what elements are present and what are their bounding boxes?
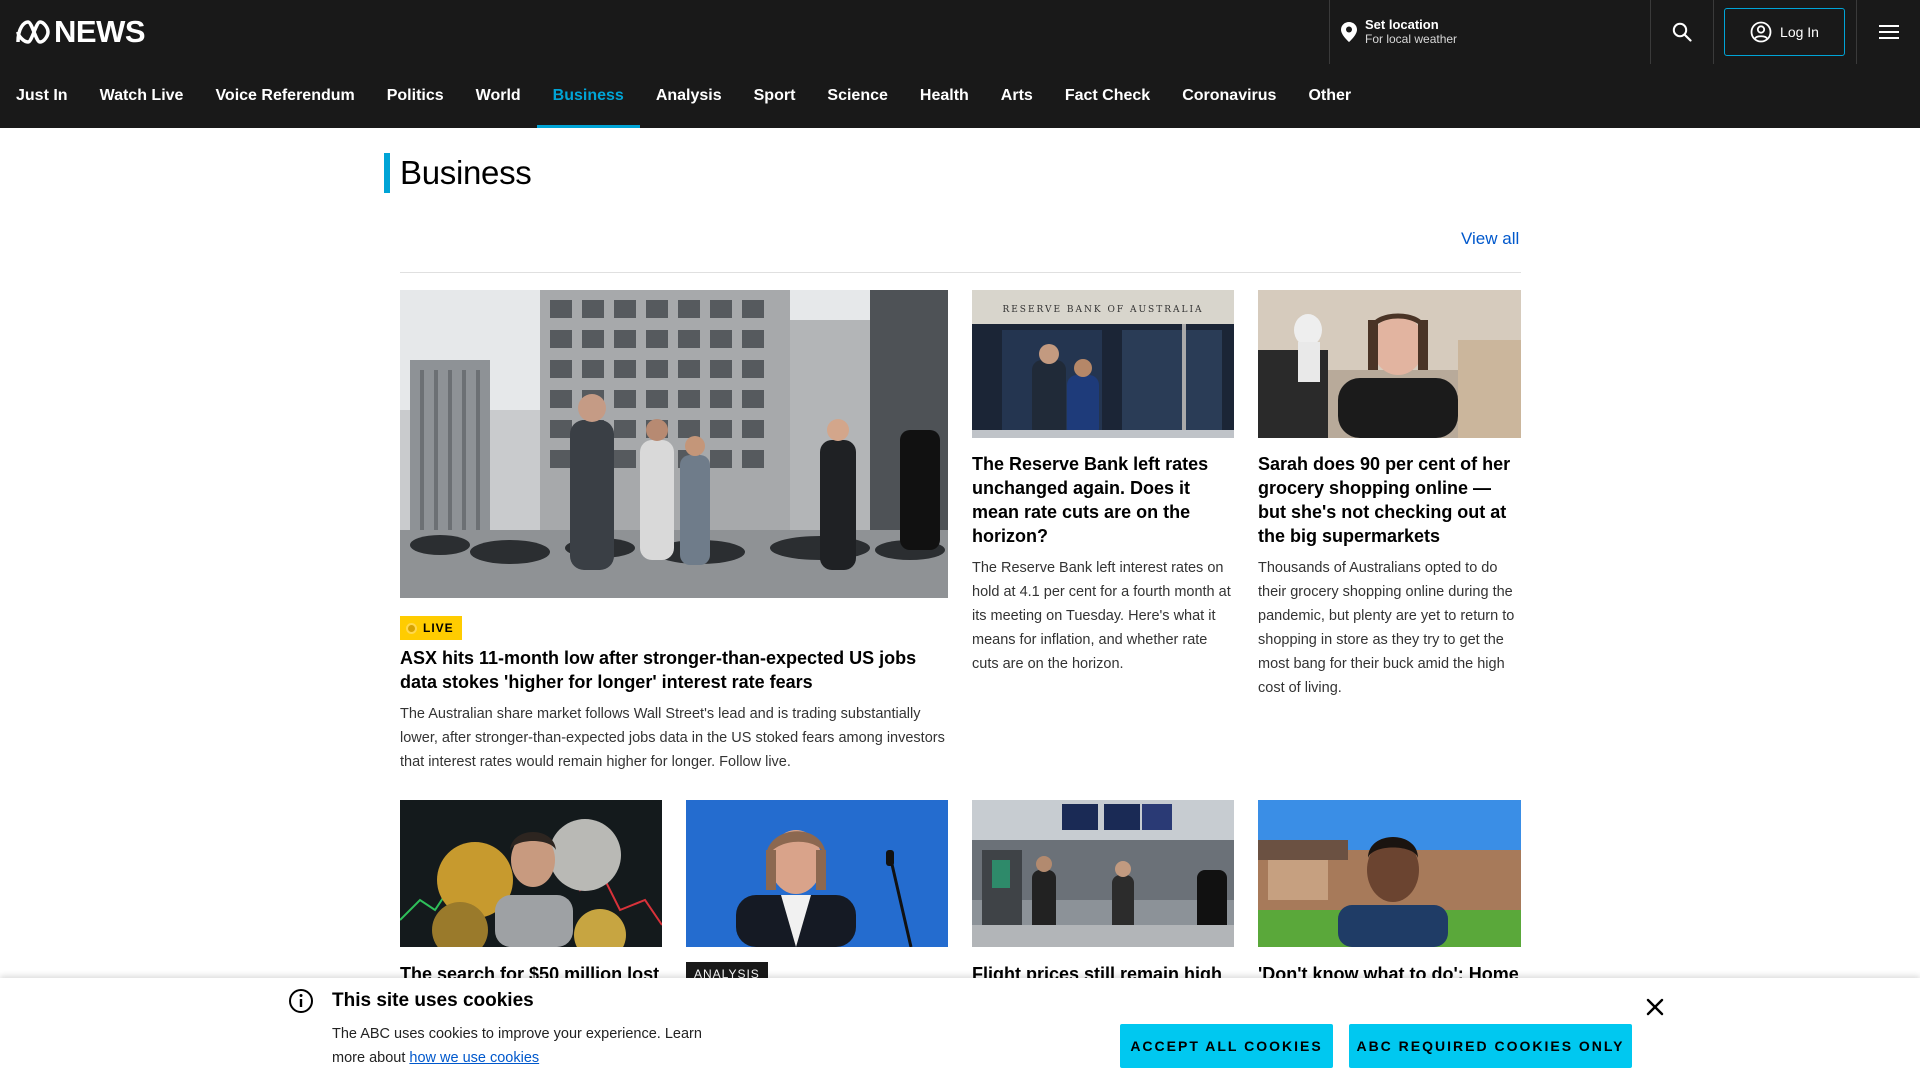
nav-item-business[interactable]: Business — [536, 64, 640, 128]
nav-item-world[interactable]: World — [460, 64, 537, 128]
search-icon — [1672, 22, 1692, 42]
story-card-lead[interactable]: LIVE ASX hits 11-month low after stronge… — [400, 290, 948, 780]
story-image — [1258, 800, 1521, 947]
how-we-use-cookies-link[interactable]: how we use cookies — [409, 1050, 539, 1066]
nav-item-politics[interactable]: Politics — [371, 64, 460, 128]
live-badge-label: LIVE — [423, 621, 454, 635]
top-bar: NEWS Set location For local weather Log … — [0, 0, 1920, 64]
story-image — [1258, 290, 1521, 438]
nav-item-watch-live[interactable]: Watch Live — [84, 64, 200, 128]
search-button[interactable] — [1650, 0, 1714, 64]
story-card[interactable]: 'Don't know what to do': Home — [1258, 800, 1521, 984]
story-title[interactable]: Sarah does 90 per cent of her grocery sh… — [1258, 452, 1521, 548]
required-cookies-only-button[interactable]: ABC REQUIRED COOKIES ONLY — [1349, 1024, 1632, 1068]
reserve-bank-sign: RESERVE BANK OF AUSTRALIA — [1002, 305, 1203, 315]
log-in-button[interactable]: Log In — [1724, 8, 1845, 56]
nav-item-arts[interactable]: Arts — [985, 64, 1049, 128]
accept-all-cookies-button[interactable]: ACCEPT ALL COOKIES — [1120, 1024, 1333, 1068]
story-card[interactable]: The search for $50 million lost — [400, 800, 662, 984]
log-in-label: Log In — [1780, 24, 1819, 40]
story-card[interactable]: RESERVE BANK OF AUSTRALIA The Reserve Ba… — [972, 290, 1234, 690]
hamburger-menu-icon — [1878, 25, 1899, 39]
story-description: Thousands of Australians opted to do the… — [1258, 560, 1515, 696]
cookie-title: This site uses cookies — [332, 990, 534, 1011]
story-card[interactable]: Flight prices still remain high — [972, 800, 1234, 984]
location-pin-icon — [1341, 22, 1357, 42]
nav-item-just-in[interactable]: Just In — [0, 64, 84, 128]
section-divider — [400, 272, 1521, 273]
live-indicator-icon — [408, 624, 415, 632]
abc-logo-icon — [16, 20, 50, 44]
story-image: RESERVE BANK OF AUSTRALIA — [972, 290, 1234, 438]
page-title: Business — [400, 154, 532, 191]
nav-item-other[interactable]: Other — [1292, 64, 1367, 128]
nav-item-fact-check[interactable]: Fact Check — [1049, 64, 1166, 128]
nav-item-health[interactable]: Health — [904, 64, 985, 128]
main-navigation: Just In Watch Live Voice Referendum Poli… — [0, 64, 1920, 128]
nav-item-science[interactable]: Science — [811, 64, 903, 128]
story-description: The Reserve Bank left interest rates on … — [972, 560, 1231, 672]
story-description: The Australian share market follows Wall… — [400, 706, 945, 770]
location-title: Set location — [1365, 17, 1439, 33]
close-icon — [1646, 998, 1664, 1016]
cookie-text: The ABC uses cookies to improve your exp… — [332, 1022, 732, 1070]
nav-item-coronavirus[interactable]: Coronavirus — [1166, 64, 1292, 128]
story-title[interactable]: The Reserve Bank left rates unchanged ag… — [972, 452, 1234, 548]
cookie-banner: This site uses cookies The ABC uses cook… — [0, 978, 1920, 1080]
info-icon — [288, 988, 314, 1019]
close-cookie-banner-button[interactable] — [1642, 994, 1668, 1020]
story-card[interactable]: ANALYSIS — [686, 800, 948, 986]
menu-button[interactable] — [1856, 0, 1920, 64]
set-location-button[interactable]: Set location For local weather — [1329, 0, 1649, 64]
story-card[interactable]: Sarah does 90 per cent of her grocery sh… — [1258, 290, 1521, 710]
live-badge: LIVE — [400, 616, 462, 640]
section-heading: Business — [384, 153, 532, 193]
nav-item-analysis[interactable]: Analysis — [640, 64, 738, 128]
story-image — [686, 800, 948, 947]
story-image — [972, 800, 1234, 947]
user-circle-icon — [1750, 21, 1772, 43]
abc-news-logo[interactable]: NEWS — [16, 14, 146, 49]
story-image — [400, 800, 662, 947]
nav-item-voice-referendum[interactable]: Voice Referendum — [199, 64, 370, 128]
view-all-link[interactable]: View all — [1461, 229, 1519, 249]
story-title[interactable]: ASX hits 11-month low after stronger-tha… — [400, 646, 948, 694]
nav-item-sport[interactable]: Sport — [738, 64, 812, 128]
news-wordmark: NEWS — [54, 14, 146, 49]
location-subtitle: For local weather — [1365, 31, 1458, 46]
story-image — [400, 290, 948, 598]
